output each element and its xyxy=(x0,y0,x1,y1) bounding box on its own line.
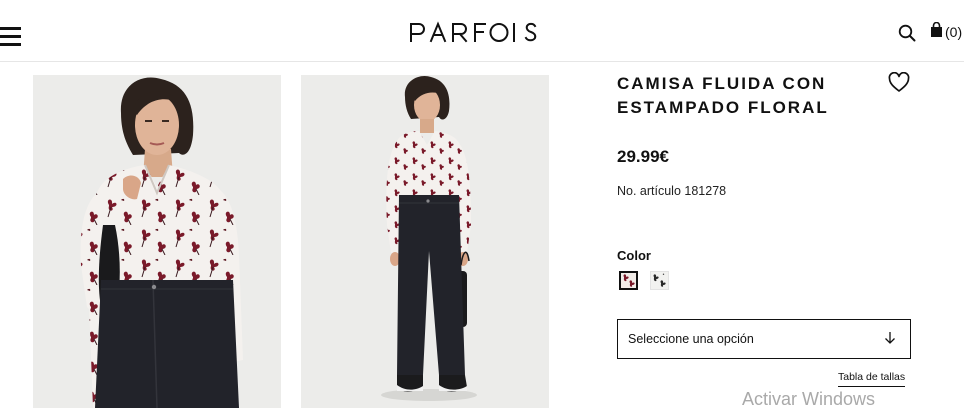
page: (0) CAMISA FLUIDA CON ESTAMPADO FLORAL 2… xyxy=(0,0,964,408)
color-swatch-floral-burgundy[interactable] xyxy=(619,271,638,290)
bag-count: (0) xyxy=(945,24,963,40)
product-image-fullbody[interactable] xyxy=(301,75,549,408)
size-select-label: Seleccione una opción xyxy=(628,332,754,346)
brand-logo[interactable] xyxy=(409,21,539,43)
heart-icon[interactable] xyxy=(888,71,910,93)
shopping-bag-icon xyxy=(930,21,943,43)
site-header: (0) xyxy=(0,0,964,62)
activate-windows-watermark: Activar Windows xyxy=(742,389,876,408)
product-title-line1: CAMISA FLUIDA CON xyxy=(617,74,827,93)
shopping-bag-button[interactable]: (0) xyxy=(930,21,963,43)
product-price: 29.99€ xyxy=(617,147,669,166)
product-sku: No. artículo 181278 xyxy=(617,184,727,198)
product-image-closeup[interactable] xyxy=(33,75,281,408)
color-label: Color xyxy=(617,248,651,263)
arrow-down-icon xyxy=(884,331,896,345)
model-full-body-photo xyxy=(301,75,549,408)
size-select[interactable]: Seleccione una opción xyxy=(617,319,911,359)
product-title-line2: ESTAMPADO FLORAL xyxy=(617,98,829,117)
parfois-wordmark xyxy=(410,21,537,43)
size-table-link[interactable]: Tabla de tallas xyxy=(838,371,906,387)
model-closeup-photo xyxy=(33,75,281,408)
color-swatch-floral-black[interactable] xyxy=(650,271,669,290)
product-title: CAMISA FLUIDA CON ESTAMPADO FLORAL xyxy=(617,72,877,120)
search-icon[interactable] xyxy=(898,24,916,42)
hamburger-menu-icon[interactable] xyxy=(0,27,22,49)
